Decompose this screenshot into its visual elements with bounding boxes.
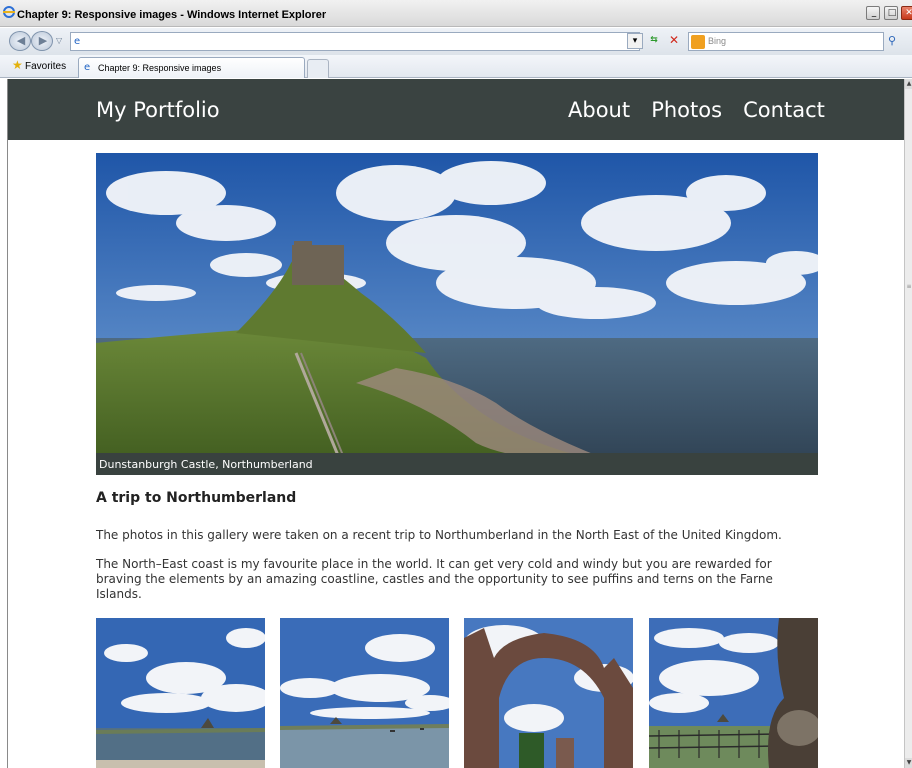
- article-paragraph-1: The photos in this gallery were taken on…: [96, 528, 782, 542]
- maximize-icon: □: [887, 8, 897, 18]
- address-dropdown-button[interactable]: ▾: [627, 33, 643, 49]
- scroll-down-icon[interactable]: ▼: [905, 758, 912, 768]
- minimize-icon: _: [871, 8, 877, 18]
- refresh-button[interactable]: ⇆: [646, 33, 662, 49]
- bing-icon: [691, 35, 705, 49]
- site-nav: About Photos Contact: [568, 98, 825, 122]
- nav-link-contact[interactable]: Contact: [743, 98, 825, 122]
- close-icon: ✕: [905, 8, 912, 18]
- tab-label: Chapter 9: Responsive images: [98, 63, 222, 73]
- site-title[interactable]: My Portfolio: [96, 98, 220, 122]
- vertical-scrollbar[interactable]: ▲ ≡ ▼: [904, 79, 912, 768]
- gallery-thumbnail-4[interactable]: [649, 618, 818, 768]
- scroll-thumb[interactable]: ≡: [905, 279, 912, 295]
- ie-logo-icon: [3, 6, 15, 18]
- window-title: Chapter 9: Responsive images - Windows I…: [17, 9, 327, 21]
- nav-link-about[interactable]: About: [568, 98, 630, 122]
- tab-page-icon: e: [84, 62, 91, 73]
- history-dropdown-icon[interactable]: ▽: [56, 36, 62, 45]
- gallery-thumbnail-1[interactable]: [96, 618, 265, 768]
- search-box[interactable]: Bing: [688, 32, 884, 51]
- minimize-button[interactable]: _: [866, 6, 880, 20]
- site-header: My Portfolio About Photos Contact: [8, 79, 904, 140]
- window-titlebar: Chapter 9: Responsive images - Windows I…: [0, 0, 912, 27]
- article-paragraph-2: The North–East coast is my favourite pla…: [96, 557, 773, 601]
- favorites-button[interactable]: Favorites: [25, 61, 66, 72]
- tab-active[interactable]: e Chapter 9: Responsive images: [78, 57, 305, 78]
- page-viewport: My Portfolio About Photos Contact Dunsta…: [7, 79, 904, 768]
- scroll-up-icon[interactable]: ▲: [905, 79, 912, 89]
- hero-image: [96, 153, 818, 475]
- gallery-thumbnail-3[interactable]: [464, 618, 633, 768]
- back-button[interactable]: ◀: [9, 31, 31, 51]
- favorites-star-icon[interactable]: ★: [12, 58, 23, 72]
- forward-arrow-icon: ▶: [38, 34, 48, 47]
- stop-button[interactable]: ✕: [666, 33, 682, 49]
- address-bar[interactable]: e: [70, 32, 640, 51]
- article-heading: A trip to Northumberland: [96, 490, 297, 506]
- close-button[interactable]: ✕: [901, 6, 912, 20]
- maximize-button[interactable]: □: [884, 6, 898, 20]
- navigation-bar: ◀ ▶ ▽ e ▾ ⇆ ✕ Bing ⚲: [0, 28, 912, 55]
- nav-link-photos[interactable]: Photos: [651, 98, 722, 122]
- search-magnifier-icon[interactable]: ⚲: [888, 34, 896, 47]
- gallery-thumbnail-2[interactable]: [280, 618, 449, 768]
- hero-caption: Dunstanburgh Castle, Northumberland: [96, 453, 818, 475]
- hero-caption-text: Dunstanburgh Castle, Northumberland: [99, 458, 313, 471]
- search-placeholder: Bing: [708, 36, 727, 46]
- page-icon: e: [74, 36, 81, 47]
- back-arrow-icon: ◀: [16, 34, 26, 47]
- new-tab-button[interactable]: [307, 59, 329, 78]
- favorites-bar: ★ Favorites e Chapter 9: Responsive imag…: [0, 55, 912, 78]
- forward-button[interactable]: ▶: [31, 31, 53, 51]
